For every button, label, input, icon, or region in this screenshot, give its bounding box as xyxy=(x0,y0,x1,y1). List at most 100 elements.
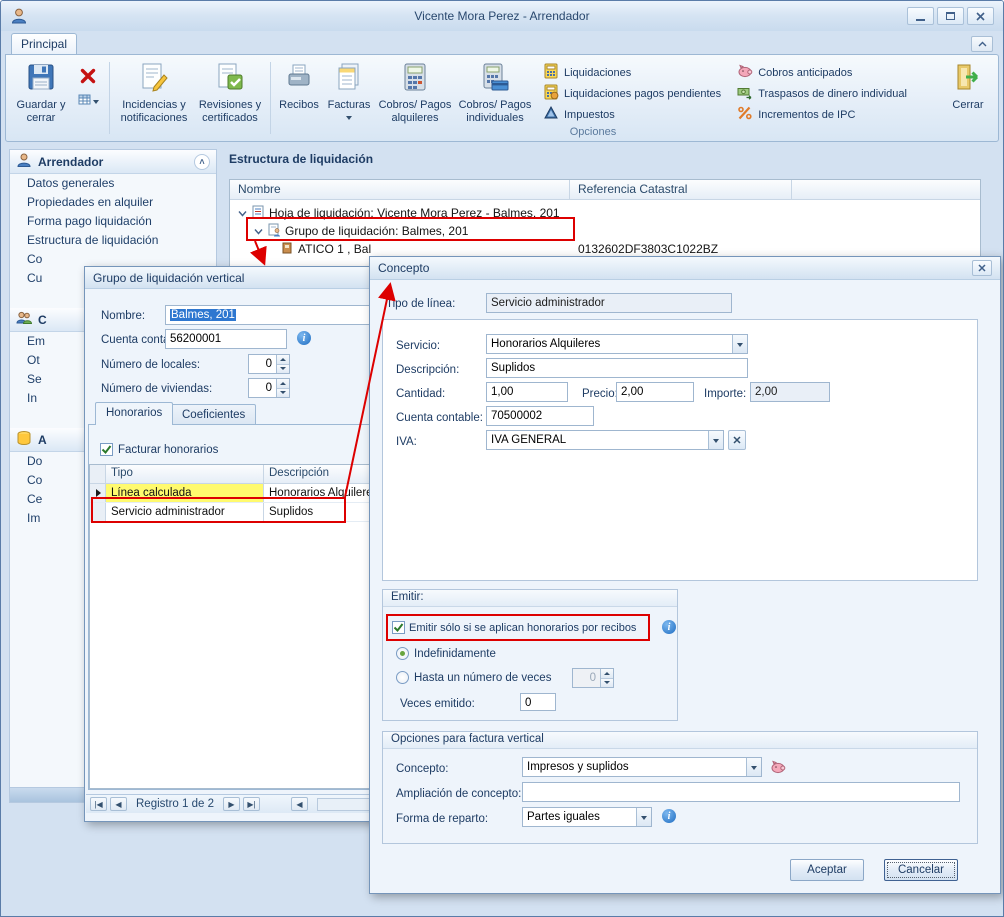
opciones-items: Liquidaciones Liquidaciones pagos pendie… xyxy=(543,62,907,125)
sidebar-header-label: C xyxy=(38,313,47,327)
info-icon[interactable]: i xyxy=(297,331,311,345)
dropdown-button[interactable] xyxy=(708,431,723,449)
cell-tipo[interactable]: Línea calculada xyxy=(106,484,264,502)
scroll-left-button[interactable]: ◀ xyxy=(291,797,308,811)
dropdown-button[interactable] xyxy=(636,808,651,826)
percent-icon xyxy=(737,105,753,124)
recibos-button[interactable]: Recibos xyxy=(275,58,323,125)
notes-pencil-icon xyxy=(138,61,170,97)
cerrar-button[interactable]: Cerrar xyxy=(943,58,993,138)
indefinidamente-radio[interactable] xyxy=(396,647,409,660)
incrementos-ipc-label: Incrementos de IPC xyxy=(758,109,855,121)
descripcion-input[interactable]: Suplidos xyxy=(486,358,748,378)
aceptar-button[interactable]: Aceptar xyxy=(790,859,864,881)
concepto-combobox[interactable]: Impresos y suplidos xyxy=(522,757,762,777)
opciones-group-label: Opciones xyxy=(275,126,911,138)
sidebar-item-propiedades[interactable]: Propiedades en alquiler xyxy=(10,193,216,212)
iva-label: IVA: xyxy=(396,433,417,451)
cobros-alquileres-label: Cobros/ Pagos alquileres xyxy=(375,99,455,125)
money-transfer-icon xyxy=(737,84,753,103)
facturas-button[interactable]: Facturas xyxy=(323,58,375,125)
sidebar-item-forma-pago[interactable]: Forma pago liquidación xyxy=(10,212,216,231)
tab-principal[interactable]: Principal xyxy=(11,33,77,55)
delete-button[interactable] xyxy=(76,65,100,89)
forma-reparto-combobox[interactable]: Partes iguales xyxy=(522,807,652,827)
incrementos-ipc-button[interactable]: Incrementos de IPC xyxy=(737,105,907,125)
veces-emitido-field[interactable]: 0 xyxy=(520,693,556,711)
minimize-button[interactable] xyxy=(907,7,934,25)
tab-coeficientes[interactable]: Coeficientes xyxy=(171,404,256,425)
cuenta-contable-input[interactable]: 70500002 xyxy=(486,406,594,426)
spinner-buttons[interactable] xyxy=(276,355,289,373)
calculator-card-icon xyxy=(479,61,511,97)
title-bar[interactable]: Vicente Mora Perez - Arrendador xyxy=(1,1,1003,31)
column-header-referencia[interactable]: Referencia Catastral xyxy=(570,180,792,199)
sidebar-item-datos-generales[interactable]: Datos generales xyxy=(10,174,216,193)
layout-dropdown-button[interactable] xyxy=(73,92,103,110)
tipo-linea-field: Servicio administrador xyxy=(486,293,732,313)
spinner-buttons[interactable] xyxy=(276,379,289,397)
sidebar-item-estructura[interactable]: Estructura de liquidación xyxy=(10,231,216,250)
impuestos-button[interactable]: Impuestos xyxy=(543,105,721,125)
traspasos-button[interactable]: Traspasos de dinero individual xyxy=(737,84,907,104)
piggy-bank-icon xyxy=(770,759,786,778)
dialog-close-button[interactable] xyxy=(972,260,992,276)
iva-value: IVA GENERAL xyxy=(491,434,566,446)
sheet-icon xyxy=(251,205,265,222)
last-record-button[interactable]: ▶| xyxy=(243,797,260,811)
descripcion-label: Descripción: xyxy=(396,361,459,379)
save-close-label: Guardar y cerrar xyxy=(11,99,71,125)
ribbon-collapse-button[interactable] xyxy=(971,36,993,52)
cuenta-contable-input[interactable]: 56200001 xyxy=(165,329,287,349)
tab-honorarios[interactable]: Honorarios xyxy=(95,402,173,425)
expand-chevron-icon[interactable] xyxy=(238,206,247,220)
forma-reparto-value: Partes iguales xyxy=(527,811,600,823)
hasta-numero-radio[interactable] xyxy=(396,671,409,684)
numero-viviendas-stepper[interactable]: 0 xyxy=(248,378,290,398)
cobros-pagos-alquileres-button[interactable]: Cobros/ Pagos alquileres xyxy=(375,58,455,125)
chevron-down-icon xyxy=(93,100,99,107)
calculator-icon xyxy=(399,61,431,97)
expand-chevron-icon[interactable] xyxy=(254,224,263,238)
iva-combobox[interactable]: IVA GENERAL xyxy=(486,430,724,450)
iva-clear-button[interactable] xyxy=(728,430,746,450)
revisiones-button[interactable]: Revisiones y certificados xyxy=(194,58,266,138)
dialog-concepto-titlebar[interactable]: Concepto xyxy=(370,257,1000,280)
dropdown-button[interactable] xyxy=(732,335,747,353)
info-icon[interactable]: i xyxy=(662,809,676,823)
sidebar-header-arrendador[interactable]: Arrendador ˄ xyxy=(10,150,216,174)
cobros-individuales-label: Cobros/ Pagos individuales xyxy=(455,99,535,125)
previous-record-button[interactable]: ◀ xyxy=(110,797,127,811)
grid-column-tipo[interactable]: Tipo xyxy=(106,465,264,483)
servicio-combobox[interactable]: Honorarios Alquileres xyxy=(486,334,748,354)
cobros-pagos-individuales-button[interactable]: Cobros/ Pagos individuales xyxy=(455,58,535,125)
tree-row-label: Hoja de liquidación: Vicente Mora Perez … xyxy=(269,206,560,220)
first-record-button[interactable]: |◀ xyxy=(90,797,107,811)
tipo-linea-label: Tipo de línea: xyxy=(386,295,455,313)
next-record-button[interactable]: ▶ xyxy=(223,797,240,811)
cobros-anticipados-button[interactable]: Cobros anticipados xyxy=(737,63,907,83)
emitir-solo-checkbox[interactable] xyxy=(392,621,405,634)
cancelar-button[interactable]: Cancelar xyxy=(884,859,958,881)
numero-locales-stepper[interactable]: 0 xyxy=(248,354,290,374)
document-check-icon xyxy=(214,61,246,97)
column-header-nombre[interactable]: Nombre xyxy=(230,180,570,199)
chevron-up-icon[interactable]: ˄ xyxy=(194,154,210,170)
cell-tipo[interactable]: Servicio administrador xyxy=(106,503,264,521)
close-button[interactable] xyxy=(967,7,994,25)
liquidaciones-button[interactable]: Liquidaciones xyxy=(543,63,721,83)
cantidad-input[interactable]: 1,00 xyxy=(486,382,568,402)
info-icon[interactable]: i xyxy=(662,620,676,634)
tree-row-hoja[interactable]: Hoja de liquidación: Vicente Mora Perez … xyxy=(230,204,980,222)
maximize-button[interactable] xyxy=(937,7,964,25)
column-header-empty[interactable] xyxy=(792,180,980,199)
facturar-honorarios-checkbox[interactable] xyxy=(100,443,113,456)
dropdown-button[interactable] xyxy=(746,758,761,776)
incidencias-button[interactable]: Incidencias y notificaciones xyxy=(114,58,194,138)
ampliacion-concepto-input[interactable] xyxy=(522,782,960,802)
save-close-button[interactable]: Guardar y cerrar xyxy=(11,58,71,138)
tree-row-label: Grupo de liquidación: Balmes, 201 xyxy=(285,224,468,238)
precio-input[interactable]: 2,00 xyxy=(616,382,694,402)
liquidaciones-pendientes-button[interactable]: Liquidaciones pagos pendientes xyxy=(543,84,721,104)
tree-row-grupo[interactable]: Grupo de liquidación: Balmes, 201 xyxy=(230,222,980,240)
